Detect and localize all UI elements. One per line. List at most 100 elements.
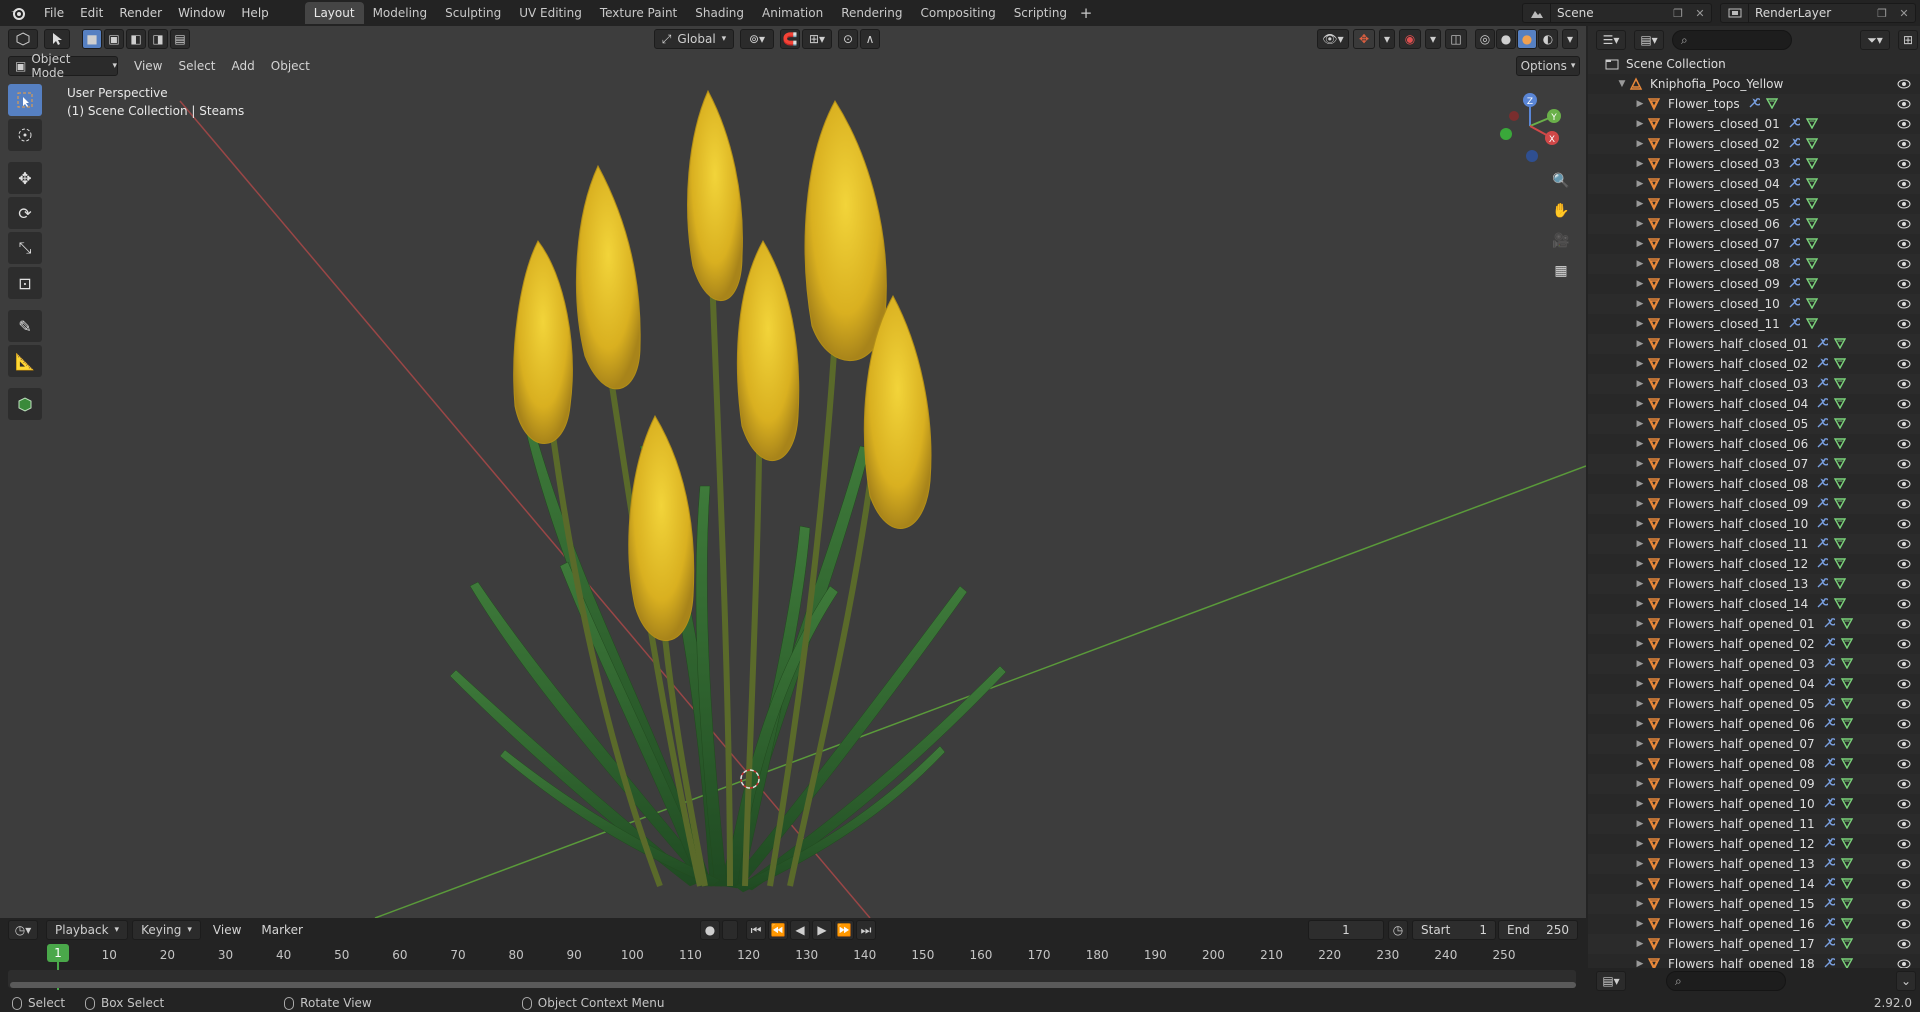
mesh-data-icon[interactable] [1840, 857, 1853, 872]
modifier-wrench-icon[interactable] [1823, 797, 1837, 812]
expand-arrow-icon[interactable]: ▶ [1634, 539, 1646, 549]
new-collection-icon[interactable]: ⊞ [1898, 30, 1918, 50]
eye-icon[interactable] [1896, 876, 1912, 892]
mesh-data-icon[interactable] [1840, 817, 1853, 832]
mesh-data-icon[interactable] [1834, 377, 1847, 392]
modifier-wrench-icon[interactable] [1788, 297, 1802, 312]
modifier-wrench-icon[interactable] [1788, 137, 1802, 152]
add-cube-tool-icon[interactable] [8, 388, 42, 420]
expand-arrow-icon[interactable]: ▶ [1634, 919, 1646, 929]
filter-icon[interactable]: ⏷▾ [1860, 30, 1890, 50]
mesh-data-icon[interactable] [1765, 97, 1778, 112]
mesh-data-icon[interactable] [1834, 337, 1847, 352]
mesh-data-icon[interactable] [1840, 717, 1853, 732]
wireframe-shading-icon[interactable]: ◎ [1475, 29, 1495, 49]
outliner-item[interactable]: ▶ Flowers_half_opened_02 [1588, 634, 1920, 654]
viewport-menu-object[interactable]: Object [263, 56, 318, 76]
record-icon[interactable]: ● [700, 920, 720, 940]
mesh-data-icon[interactable] [1805, 317, 1818, 332]
3d-viewport[interactable]: ■ ▣ ◧ ◨ ▤ ⤢ Global ▾ ⊚▾ 🧲 ⊞▾ ⊙ ∧ 👁▾ ✥ ▾ … [0, 26, 1586, 918]
mesh-data-icon[interactable] [1805, 277, 1818, 292]
outliner-item[interactable]: ▶ Flowers_half_closed_06 [1588, 434, 1920, 454]
expand-arrow-icon[interactable]: ▶ [1634, 659, 1646, 669]
outliner-item[interactable]: ▶ Flowers_closed_05 [1588, 194, 1920, 214]
eye-icon[interactable] [1896, 376, 1912, 392]
eye-icon[interactable] [1896, 696, 1912, 712]
modifier-wrench-icon[interactable] [1816, 397, 1830, 412]
eye-icon[interactable] [1896, 896, 1912, 912]
modifier-wrench-icon[interactable] [1816, 597, 1830, 612]
expand-arrow-icon[interactable]: ▶ [1634, 399, 1646, 409]
perspective-toggle-icon[interactable]: ▦ [1548, 258, 1574, 284]
expand-arrow-icon[interactable]: ▶ [1634, 479, 1646, 489]
mesh-data-icon[interactable] [1840, 617, 1853, 632]
expand-arrow-icon[interactable]: ▶ [1634, 579, 1646, 589]
mesh-data-icon[interactable] [1840, 637, 1853, 652]
expand-arrow-icon[interactable]: ▶ [1634, 339, 1646, 349]
eye-icon[interactable] [1896, 796, 1912, 812]
outliner-item[interactable]: ▶ Flowers_half_closed_10 [1588, 514, 1920, 534]
outliner-item[interactable]: ▶ Flowers_half_closed_14 [1588, 594, 1920, 614]
tab-compositing[interactable]: Compositing [911, 2, 1004, 24]
expand-arrow-icon[interactable]: ▶ [1634, 599, 1646, 609]
mesh-data-icon[interactable] [1834, 597, 1847, 612]
modifier-wrench-icon[interactable] [1816, 437, 1830, 452]
mesh-data-icon[interactable] [1840, 737, 1853, 752]
properties-search-input[interactable]: ⌕ [1666, 971, 1786, 991]
expand-arrow-icon[interactable]: ▶ [1634, 299, 1646, 309]
outliner-item[interactable]: ▶ Flowers_half_closed_01 [1588, 334, 1920, 354]
menu-file[interactable]: File [36, 2, 72, 24]
view-layer-selector[interactable]: RenderLayer ❐ ✕ [1720, 3, 1916, 23]
viewport-menu-select[interactable]: Select [170, 56, 223, 76]
transform-tool-icon[interactable]: ⊡ [8, 267, 42, 299]
root-object-row[interactable]: ▼ Kniphofia_Poco_Yellow [1588, 74, 1920, 94]
mesh-data-icon[interactable] [1840, 937, 1853, 952]
select-subtract-icon[interactable]: ◧ [126, 29, 146, 49]
collapse-arrow-icon[interactable]: ▼ [1616, 79, 1628, 89]
expand-arrow-icon[interactable]: ▶ [1634, 779, 1646, 789]
viewport-scene[interactable] [0, 26, 1586, 918]
select-extend-icon[interactable]: ▣ [104, 29, 124, 49]
expand-arrow-icon[interactable]: ▶ [1634, 799, 1646, 809]
viewport-menu-view[interactable]: View [126, 56, 170, 76]
outliner-item[interactable]: ▶ Flowers_half_opened_18 [1588, 954, 1920, 968]
outliner-item[interactable]: ▶ Flowers_half_closed_07 [1588, 454, 1920, 474]
outliner-item[interactable]: ▶ Flowers_half_closed_11 [1588, 534, 1920, 554]
playhead-frame-marker[interactable]: 1 [47, 944, 69, 962]
modifier-wrench-icon[interactable] [1823, 917, 1837, 932]
solid-shading-icon[interactable]: ● [1496, 29, 1516, 49]
expand-arrow-icon[interactable]: ▶ [1634, 179, 1646, 189]
eye-icon[interactable] [1896, 676, 1912, 692]
outliner-item[interactable]: ▶ Flowers_half_opened_09 [1588, 774, 1920, 794]
modifier-wrench-icon[interactable] [1816, 557, 1830, 572]
expand-arrow-icon[interactable]: ▶ [1634, 739, 1646, 749]
timeline-scrollbar[interactable] [10, 982, 1576, 988]
mesh-data-icon[interactable] [1834, 397, 1847, 412]
scale-tool-icon[interactable]: ⤡ [8, 232, 42, 264]
mesh-data-icon[interactable] [1840, 897, 1853, 912]
play-icon[interactable]: ▶ [812, 920, 832, 940]
modifier-wrench-icon[interactable] [1816, 497, 1830, 512]
material-preview-shading-icon[interactable]: ● [1517, 29, 1537, 49]
outliner-item[interactable]: ▶ Flowers_half_closed_13 [1588, 574, 1920, 594]
eye-icon[interactable] [1896, 496, 1912, 512]
eye-icon[interactable] [1896, 316, 1912, 332]
expand-arrow-icon[interactable]: ▶ [1634, 219, 1646, 229]
outliner-item[interactable]: ▶ Flowers_half_closed_05 [1588, 414, 1920, 434]
outliner-item[interactable]: ▶ Flowers_closed_08 [1588, 254, 1920, 274]
mesh-data-icon[interactable] [1834, 457, 1847, 472]
mesh-data-icon[interactable] [1840, 757, 1853, 772]
tab-layout[interactable]: Layout [304, 2, 364, 24]
outliner-search-input[interactable]: ⌕ [1672, 30, 1792, 50]
modifier-wrench-icon[interactable] [1816, 357, 1830, 372]
modifier-wrench-icon[interactable] [1823, 837, 1837, 852]
rendered-shading-icon[interactable]: ◐ [1538, 29, 1558, 49]
jump-end-icon[interactable]: ⏭ [856, 920, 876, 940]
neg-y-axis-icon[interactable] [1500, 128, 1512, 140]
eye-icon[interactable] [1896, 256, 1912, 272]
gizmo-toggle-icon[interactable]: ✥ [1353, 29, 1375, 49]
current-frame-field[interactable]: 1 [1308, 920, 1384, 940]
falloff-icon[interactable]: ∧ [860, 29, 880, 49]
expand-arrow-icon[interactable]: ▶ [1634, 899, 1646, 909]
expand-arrow-icon[interactable]: ▶ [1634, 279, 1646, 289]
